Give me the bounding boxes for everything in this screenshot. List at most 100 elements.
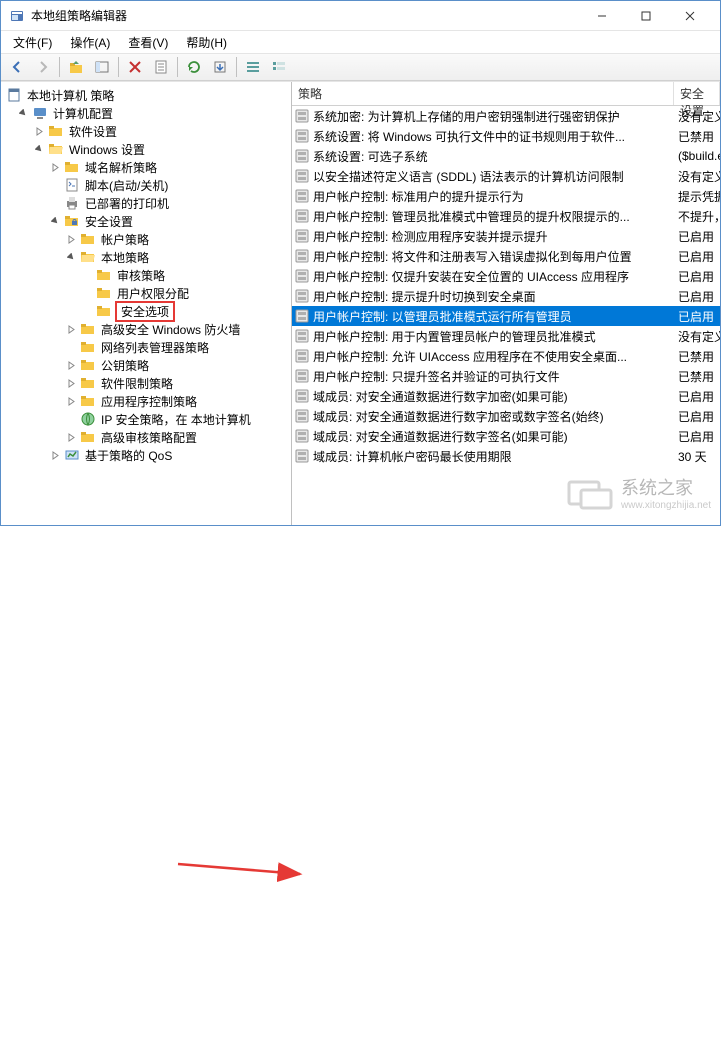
policy-text: 用户帐户控制: 标准用户的提升提示行为 <box>313 188 524 205</box>
tree-label: 域名解析策略 <box>83 159 159 176</box>
list-view-button[interactable] <box>267 55 291 79</box>
menu-action[interactable]: 操作(A) <box>62 32 118 53</box>
expand-icon[interactable] <box>49 161 61 173</box>
menu-view[interactable]: 查看(V) <box>120 32 176 53</box>
tree-item-qos[interactable]: 基于策略的 QoS <box>1 446 291 464</box>
minimize-button[interactable] <box>580 2 624 30</box>
policy-row[interactable]: 系统设置: 可选子系统($build.em <box>292 146 720 166</box>
folder-icon <box>64 159 80 175</box>
tree-item-software[interactable]: 软件设置 <box>1 122 291 140</box>
policy-row[interactable]: 以安全描述符定义语言 (SDDL) 语法表示的计算机访问限制没有定义 <box>292 166 720 186</box>
expand-icon[interactable] <box>65 323 77 335</box>
tree-item-app-control[interactable]: 应用程序控制策略 <box>1 392 291 410</box>
expand-icon[interactable] <box>65 395 77 407</box>
expand-icon[interactable] <box>65 377 77 389</box>
policy-row[interactable]: 域成员: 对安全通道数据进行数字加密(如果可能)已启用 <box>292 386 720 406</box>
list-header: 策略 安全设置 <box>292 82 720 106</box>
menu-file[interactable]: 文件(F) <box>5 32 60 53</box>
tree-item-computer-config[interactable]: 计算机配置 <box>1 104 291 122</box>
policy-cell: 以安全描述符定义语言 (SDDL) 语法表示的计算机访问限制 <box>292 168 674 185</box>
tree-pane[interactable]: 本地计算机 策略 计算机配置 软件设置 Windows 设置 域名解析策 <box>1 82 292 525</box>
setting-cell: ($build.em <box>674 149 720 163</box>
policy-row[interactable]: 用户帐户控制: 检测应用程序安装并提示提升已启用 <box>292 226 720 246</box>
tree-item-ip-security[interactable]: IP 安全策略，在 本地计算机 <box>1 410 291 428</box>
policy-row[interactable]: 用户帐户控制: 提示提升时切换到安全桌面 已启用 <box>292 286 720 306</box>
setting-cell: 已启用 <box>674 228 720 245</box>
tree-label: 网络列表管理器策略 <box>99 339 211 356</box>
tree-item-printers[interactable]: 已部署的打印机 <box>1 194 291 212</box>
list-body[interactable]: 系统加密: 为计算机上存储的用户密钥强制进行强密钥保护没有定义系统设置: 将 W… <box>292 106 720 525</box>
policy-row[interactable]: 系统设置: 将 Windows 可执行文件中的证书规则用于软件...已禁用 <box>292 126 720 146</box>
tree-item-windows-settings[interactable]: Windows 设置 <box>1 140 291 158</box>
tree-item-scripts[interactable]: 脚本(启动/关机) <box>1 176 291 194</box>
setting-cell: 已启用 <box>674 288 720 305</box>
tree-item-adv-audit[interactable]: 高级审核策略配置 <box>1 428 291 446</box>
tree-item-dns-policy[interactable]: 域名解析策略 <box>1 158 291 176</box>
folder-icon <box>80 429 96 445</box>
tree-item-software-restrict[interactable]: 软件限制策略 <box>1 374 291 392</box>
setting-cell: 没有定义 <box>674 328 720 345</box>
policy-row[interactable]: 用户帐户控制: 只提升签名并验证的可执行文件已禁用 <box>292 366 720 386</box>
policy-item-icon <box>294 128 310 144</box>
menubar: 文件(F) 操作(A) 查看(V) 帮助(H) <box>1 31 720 53</box>
up-button[interactable] <box>64 55 88 79</box>
back-button[interactable] <box>5 55 29 79</box>
setting-cell: 30 天 <box>674 448 720 465</box>
policy-row[interactable]: 域成员: 对安全通道数据进行数字签名(如果可能)已启用 <box>292 426 720 446</box>
column-header-policy[interactable]: 策略 <box>292 82 674 105</box>
policy-item-icon <box>294 308 310 324</box>
expand-icon[interactable] <box>65 359 77 371</box>
tree-item-security-settings[interactable]: 安全设置 <box>1 212 291 230</box>
qos-icon <box>64 447 80 463</box>
policy-cell: 域成员: 对安全通道数据进行数字加密(如果可能) <box>292 388 674 405</box>
tree-label: 基于策略的 QoS <box>83 447 174 464</box>
policy-row[interactable]: 用户帐户控制: 将文件和注册表写入错误虚拟化到每用户位置已启用 <box>292 246 720 266</box>
maximize-button[interactable] <box>624 2 668 30</box>
tree-item-local-policy[interactable]: 本地策略 <box>1 248 291 266</box>
column-header-setting[interactable]: 安全设置 <box>674 82 720 105</box>
policy-row[interactable]: 域成员: 计算机帐户密码最长使用期限30 天 <box>292 446 720 466</box>
expand-icon[interactable] <box>49 215 61 227</box>
folder-open-icon <box>80 249 96 265</box>
setting-cell: 已启用 <box>674 248 720 265</box>
properties-button[interactable] <box>149 55 173 79</box>
expand-icon[interactable] <box>65 233 77 245</box>
tree-item-audit-policy[interactable]: 审核策略 <box>1 266 291 284</box>
policy-row[interactable]: 用户帐户控制: 仅提升安装在安全位置的 UIAccess 应用程序已启用 <box>292 266 720 286</box>
menu-help[interactable]: 帮助(H) <box>178 32 235 53</box>
expand-icon[interactable] <box>65 431 77 443</box>
policy-text: 域成员: 对安全通道数据进行数字加密(如果可能) <box>313 388 568 405</box>
policy-row[interactable]: 域成员: 对安全通道数据进行数字加密或数字签名(始终)已启用 <box>292 406 720 426</box>
tree-label: 高级安全 Windows 防火墙 <box>99 321 242 338</box>
policy-row[interactable]: 用户帐户控制: 标准用户的提升提示行为提示凭据 <box>292 186 720 206</box>
forward-button[interactable] <box>31 55 55 79</box>
tree-item-security-options[interactable]: 安全选项 <box>1 302 291 320</box>
tree-item-user-rights[interactable]: 用户权限分配 <box>1 284 291 302</box>
policy-row[interactable]: 系统加密: 为计算机上存储的用户密钥强制进行强密钥保护没有定义 <box>292 106 720 126</box>
policy-row[interactable]: 用户帐户控制: 用于内置管理员帐户的管理员批准模式没有定义 <box>292 326 720 346</box>
expand-icon[interactable] <box>65 251 77 263</box>
expand-icon[interactable] <box>33 125 45 137</box>
refresh-button[interactable] <box>182 55 206 79</box>
details-view-button[interactable] <box>241 55 265 79</box>
show-hide-tree-button[interactable] <box>90 55 114 79</box>
folder-icon <box>96 303 112 319</box>
export-button[interactable] <box>208 55 232 79</box>
tree-item-network-list[interactable]: 网络列表管理器策略 <box>1 338 291 356</box>
policy-cell: 用户帐户控制: 只提升签名并验证的可执行文件 <box>292 368 674 385</box>
tree-item-public-key[interactable]: 公钥策略 <box>1 356 291 374</box>
setting-cell: 已禁用 <box>674 348 720 365</box>
delete-button[interactable] <box>123 55 147 79</box>
tree-item-firewall[interactable]: 高级安全 Windows 防火墙 <box>1 320 291 338</box>
expand-icon[interactable] <box>17 107 29 119</box>
policy-text: 用户帐户控制: 提示提升时切换到安全桌面 <box>313 288 536 305</box>
close-button[interactable] <box>668 2 712 30</box>
policy-row[interactable]: 用户帐户控制: 以管理员批准模式运行所有管理员已启用 <box>292 306 720 326</box>
expand-icon[interactable] <box>49 449 61 461</box>
policy-row[interactable]: 用户帐户控制: 允许 UIAccess 应用程序在不使用安全桌面...已禁用 <box>292 346 720 366</box>
policy-cell: 用户帐户控制: 仅提升安装在安全位置的 UIAccess 应用程序 <box>292 268 674 285</box>
policy-row[interactable]: 用户帐户控制: 管理员批准模式中管理员的提升权限提示的...不提升，直 <box>292 206 720 226</box>
tree-item-account-policy[interactable]: 帐户策略 <box>1 230 291 248</box>
tree-root[interactable]: 本地计算机 策略 <box>1 86 291 104</box>
expand-icon[interactable] <box>33 143 45 155</box>
